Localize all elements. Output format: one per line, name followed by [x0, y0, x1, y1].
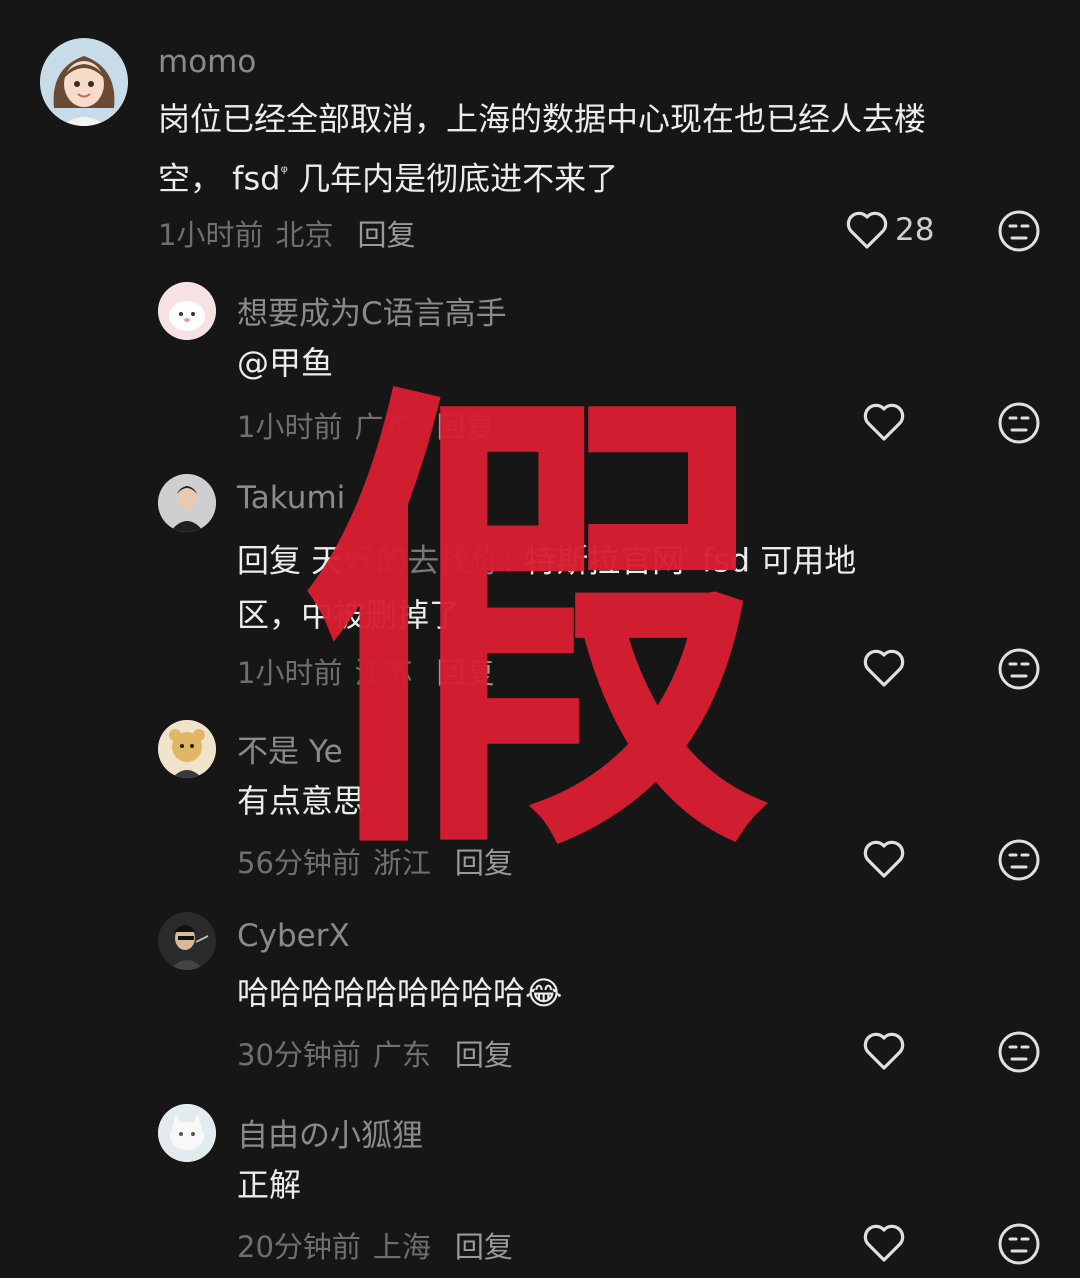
avatar[interactable]	[158, 1104, 216, 1162]
comment-meta: 30分钟前 广东 回复	[237, 1032, 513, 1074]
comment-meta: 20分钟前 上海 回复	[237, 1224, 513, 1266]
like-count: 28	[895, 212, 935, 248]
meh-face-icon[interactable]	[997, 838, 1041, 882]
meh-face-icon[interactable]	[997, 401, 1041, 445]
reply-button[interactable]: 回复	[357, 218, 415, 252]
timestamp: 30分钟前	[237, 1038, 361, 1072]
reply-button[interactable]: 回复	[455, 1230, 513, 1264]
location: 广东	[372, 1038, 431, 1072]
avatar[interactable]	[158, 282, 216, 340]
heart-icon[interactable]	[862, 1222, 906, 1264]
comment-meta: 1小时前 北京 回复	[158, 212, 415, 254]
heart-icon[interactable]	[862, 647, 906, 689]
location: 上海	[372, 1230, 431, 1264]
timestamp: 1小时前	[158, 218, 264, 252]
location: 北京	[275, 218, 334, 252]
meh-face-icon[interactable]	[997, 647, 1041, 691]
heart-icon	[846, 211, 888, 249]
heart-icon[interactable]	[862, 401, 906, 443]
comment-text: 岗位已经全部取消，上海的数据中心现在也已经人去楼 空， fsdᵠ 几年内是彻底进…	[158, 100, 927, 198]
username[interactable]: momo	[158, 44, 256, 80]
like-button[interactable]: 28	[845, 209, 934, 251]
meh-face-icon[interactable]	[997, 1222, 1041, 1266]
comment-text: 正解	[237, 1166, 302, 1204]
username[interactable]: 自由の小狐狸	[237, 1110, 423, 1155]
username[interactable]: 想要成为C语言高手	[237, 288, 507, 333]
search-link-icon[interactable]: ᵠ	[280, 162, 287, 183]
meh-face-icon[interactable]	[997, 1030, 1041, 1074]
heart-icon[interactable]	[862, 1030, 906, 1072]
avatar[interactable]	[158, 912, 216, 970]
avatar[interactable]	[158, 720, 216, 778]
fake-stamp: 假	[300, 350, 770, 909]
meh-face-icon[interactable]	[997, 209, 1041, 253]
timestamp: 20分钟前	[237, 1230, 361, 1264]
comment-item: 自由の小狐狸 正解 20分钟前 上海 回复	[0, 1092, 1080, 1278]
comment-item: momo 岗位已经全部取消，上海的数据中心现在也已经人去楼 空， fsdᵠ 几年…	[0, 0, 1080, 260]
avatar[interactable]	[40, 38, 128, 126]
heart-icon[interactable]	[862, 838, 906, 880]
avatar[interactable]	[158, 474, 216, 532]
crying-laughing-emoji: 😂	[525, 974, 563, 1012]
reply-button[interactable]: 回复	[455, 1038, 513, 1072]
username[interactable]: CyberX	[237, 918, 350, 954]
comment-text: 哈哈哈哈哈哈哈哈哈😂	[237, 974, 563, 1012]
comment-item: CyberX 哈哈哈哈哈哈哈哈哈😂 30分钟前 广东 回复	[0, 900, 1080, 1090]
